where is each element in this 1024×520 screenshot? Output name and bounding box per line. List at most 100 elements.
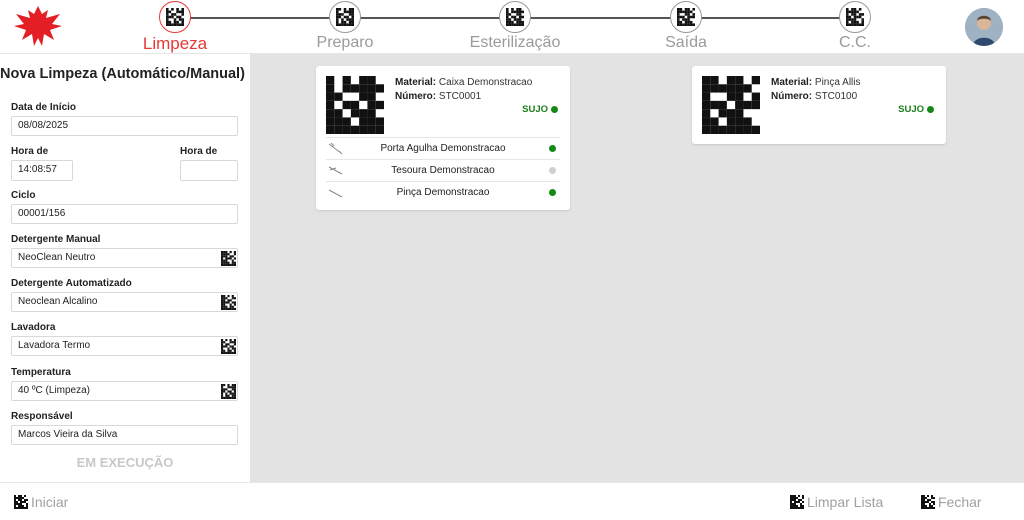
iniciar-label: Iniciar <box>31 494 69 510</box>
hora-final-field: Hora de Final <box>180 145 238 181</box>
fechar-button[interactable]: Fechar <box>921 493 982 511</box>
qr-code-icon[interactable] <box>221 384 236 399</box>
qr-code-icon[interactable] <box>221 251 236 266</box>
qr-code-icon <box>506 8 524 26</box>
material-number: STC0100 <box>814 91 858 102</box>
surgical-instrument-icon <box>328 189 343 198</box>
avatar-image <box>965 8 1003 46</box>
material-number: STC0001 <box>438 91 482 102</box>
detergente-manual-field: Detergente Manual NeoClean Neutro <box>11 233 238 268</box>
datamatrix-code-icon <box>326 76 384 134</box>
hora-final-input[interactable] <box>180 160 238 181</box>
lavadora-input[interactable]: Lavadora Termo <box>11 336 238 356</box>
step-limpeza[interactable]: Limpeza <box>120 0 230 54</box>
field-label: Detergente Automatizado <box>11 278 132 289</box>
qr-code-icon[interactable] <box>221 339 236 354</box>
qr-code-icon <box>14 495 28 509</box>
qr-code-icon <box>846 8 864 26</box>
material-card[interactable]: Material: Pinça Allis Número: STC0100 SU… <box>692 66 946 144</box>
instrument-status-dot <box>549 167 556 174</box>
instrument-status-dot <box>549 145 556 152</box>
qr-code-icon <box>790 495 804 509</box>
step-label: Preparo <box>316 34 374 51</box>
field-label: Lavadora <box>11 322 56 333</box>
ciclo-field: Ciclo 00001/156 <box>11 189 238 224</box>
execution-status: EM EXECUÇÃO <box>76 455 174 470</box>
qr-code-icon <box>499 1 531 33</box>
field-value: Neoclean Alcalino <box>18 296 98 307</box>
temperatura-input[interactable]: 40 ºC (Limpeza) <box>11 381 238 401</box>
qr-code-icon <box>670 1 702 33</box>
step-preparo[interactable]: Preparo <box>290 0 400 54</box>
qr-code-icon <box>839 1 871 33</box>
numero-label: Número: <box>771 91 813 102</box>
status-dot <box>927 106 934 113</box>
step-label: C.C. <box>839 34 871 51</box>
field-label: Data de Início <box>11 102 77 113</box>
qr-code-icon <box>166 8 184 26</box>
surgical-instrument-icon <box>328 142 343 155</box>
numero-label: Número: <box>395 91 437 102</box>
iniciar-button[interactable]: Iniciar <box>14 493 68 511</box>
qr-code-icon <box>921 495 935 509</box>
material-label: Material: <box>771 77 813 88</box>
field-label: Temperatura <box>11 367 71 378</box>
hora-inicio-input[interactable]: 14:08:57 <box>11 160 73 181</box>
material-info: Material: Caixa Demonstracao Número: STC… <box>395 76 532 104</box>
field-label: Ciclo <box>11 190 36 201</box>
step-label: Saída <box>665 34 707 51</box>
qr-code-icon <box>677 8 695 26</box>
step-saida[interactable]: Saída <box>631 0 741 54</box>
field-value: 40 ºC (Limpeza) <box>18 385 91 396</box>
data-inicio-field: Data de Início 08/08/2025 <box>11 101 238 136</box>
lavadora-field: Lavadora Lavadora Termo <box>11 321 238 356</box>
limpar-lista-label: Limpar Lista <box>807 494 884 510</box>
form-title: Nova Limpeza (Automático/Manual) <box>0 66 245 82</box>
list-item[interactable]: Pinça Demonstracao <box>326 181 560 203</box>
data-inicio-input[interactable]: 08/08/2025 <box>11 116 238 136</box>
responsavel-input[interactable]: Marcos Vieira da Silva <box>11 425 238 445</box>
material-name: Pinça Allis <box>814 77 861 88</box>
materials-area: Material: Caixa Demonstracao Número: STC… <box>250 54 1024 482</box>
responsavel-field: Responsável Marcos Vieira da Silva <box>11 410 238 445</box>
status-text: SUJO <box>522 104 548 115</box>
field-label: Detergente Manual <box>11 234 101 245</box>
qr-code-icon[interactable] <box>221 295 236 310</box>
status-dot <box>551 106 558 113</box>
instrument-name: Tesoura Demonstracao <box>391 165 495 176</box>
instrument-name: Porta Agulha Demonstracao <box>380 143 506 154</box>
material-card[interactable]: Material: Caixa Demonstracao Número: STC… <box>316 66 570 210</box>
fechar-label: Fechar <box>938 494 982 510</box>
footer-toolbar: Iniciar Limpar Lista Fechar <box>0 482 1024 520</box>
progress-stepper: Limpeza Preparo Esterilização Saída C.C. <box>130 0 910 54</box>
cleaning-form-panel: Nova Limpeza (Automático/Manual) Data de… <box>0 54 250 482</box>
detergente-automatizado-input[interactable]: Neoclean Alcalino <box>11 292 238 312</box>
status-text: SUJO <box>898 104 924 115</box>
field-label: Hora de Final <box>180 146 218 171</box>
material-label: Material: <box>395 77 437 88</box>
datamatrix-code-icon <box>702 76 760 134</box>
step-label: Limpeza <box>142 34 208 53</box>
status-badge: SUJO <box>898 104 934 115</box>
material-name: Caixa Demonstracao <box>438 77 533 88</box>
limpar-lista-button[interactable]: Limpar Lista <box>790 493 883 511</box>
hora-inicio-field: Hora de Início 14:08:57 <box>11 145 73 181</box>
list-item[interactable]: Tesoura Demonstracao <box>326 159 560 181</box>
qr-code-icon <box>159 1 191 33</box>
field-value: Lavadora Termo <box>18 340 91 351</box>
field-label: Hora de Início <box>11 146 49 171</box>
instrument-status-dot <box>549 189 556 196</box>
qr-code-icon <box>336 8 354 26</box>
step-cc[interactable]: C.C. <box>800 0 910 54</box>
temperatura-field: Temperatura 40 ºC (Limpeza) <box>11 366 238 401</box>
status-badge: SUJO <box>522 104 558 115</box>
list-item[interactable]: Porta Agulha Demonstracao <box>326 137 560 159</box>
user-avatar[interactable] <box>965 8 1003 46</box>
step-esterilizacao[interactable]: Esterilização <box>460 0 570 54</box>
detergente-manual-input[interactable]: NeoClean Neutro <box>11 248 238 268</box>
ciclo-input[interactable]: 00001/156 <box>11 204 238 224</box>
detergente-automatizado-field: Detergente Automatizado Neoclean Alcalin… <box>11 277 238 312</box>
logo-icon <box>14 6 62 46</box>
instrument-list: Porta Agulha Demonstracao Tesoura Demons… <box>326 137 560 203</box>
qr-code-icon <box>329 1 361 33</box>
